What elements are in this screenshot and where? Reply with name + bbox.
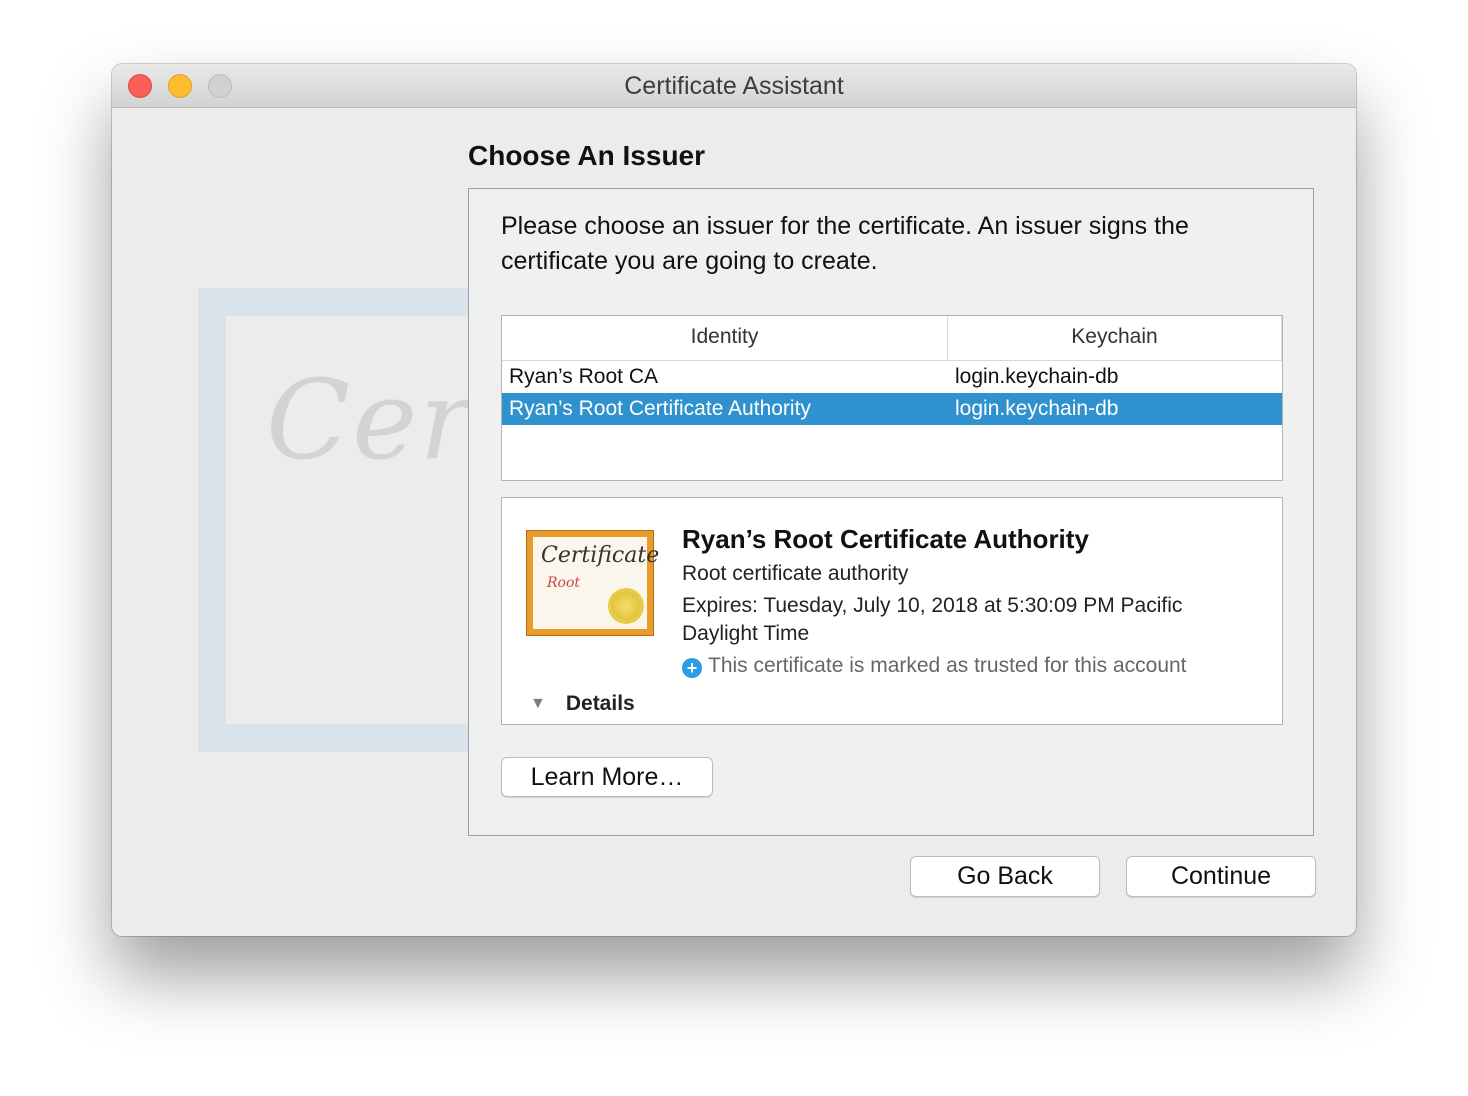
go-back-button[interactable]: Go Back xyxy=(910,856,1100,897)
table-header: Identity Keychain xyxy=(502,316,1282,361)
table-row-selected[interactable]: Ryan’s Root Certificate Authority login.… xyxy=(502,393,1282,425)
certificate-name: Ryan’s Root Certificate Authority xyxy=(682,524,1089,554)
certificate-assistant-window: Certificate Assistant Certi Choose An Is… xyxy=(112,64,1356,936)
identity-cell: Ryan’s Root Certificate Authority xyxy=(509,397,811,420)
column-header-keychain[interactable]: Keychain xyxy=(948,316,1282,360)
content-panel: Please choose an issuer for the certific… xyxy=(468,188,1314,836)
details-label: Details xyxy=(565,692,635,715)
column-header-identity[interactable]: Identity xyxy=(502,316,948,360)
learn-more-button[interactable]: Learn More… xyxy=(501,757,713,797)
identity-cell: Ryan’s Root CA xyxy=(509,365,659,388)
trust-status-text: This certificate is marked as trusted fo… xyxy=(708,654,1187,677)
certificate-icon-subtitle: Root xyxy=(547,575,581,591)
continue-button[interactable]: Continue xyxy=(1126,856,1316,897)
details-disclosure[interactable]: ▼ Details xyxy=(530,692,635,716)
page-title: Choose An Issuer xyxy=(468,140,706,171)
certificate-icon-paper: Certificate Root xyxy=(533,537,659,629)
issuer-table[interactable]: Identity Keychain Ryan’s Root CA login.k… xyxy=(501,315,1283,481)
seal-icon xyxy=(611,591,641,621)
certificate-kind: Root certificate authority xyxy=(682,562,909,585)
certificate-expiry: Expires: Tuesday, July 10, 2018 at 5:30:… xyxy=(682,594,1183,645)
trust-status: + This certificate is marked as trusted f… xyxy=(682,654,1187,678)
plus-circle-icon: + xyxy=(682,658,702,678)
keychain-cell: login.keychain-db xyxy=(955,397,1119,420)
title-bar: Certificate Assistant xyxy=(112,64,1356,108)
keychain-cell: login.keychain-db xyxy=(955,365,1119,388)
certificate-info-panel: Certificate Root Ryan’s Root Certificate… xyxy=(501,497,1283,725)
window-title: Certificate Assistant xyxy=(624,72,844,100)
intro-text: Please choose an issuer for the certific… xyxy=(501,212,1189,275)
disclosure-triangle-icon[interactable]: ▼ xyxy=(530,695,546,713)
certificate-icon: Certificate Root xyxy=(526,530,659,636)
certificate-icon-title: Certificate xyxy=(541,543,660,568)
table-row[interactable]: Ryan’s Root CA login.keychain-db xyxy=(502,361,1282,393)
